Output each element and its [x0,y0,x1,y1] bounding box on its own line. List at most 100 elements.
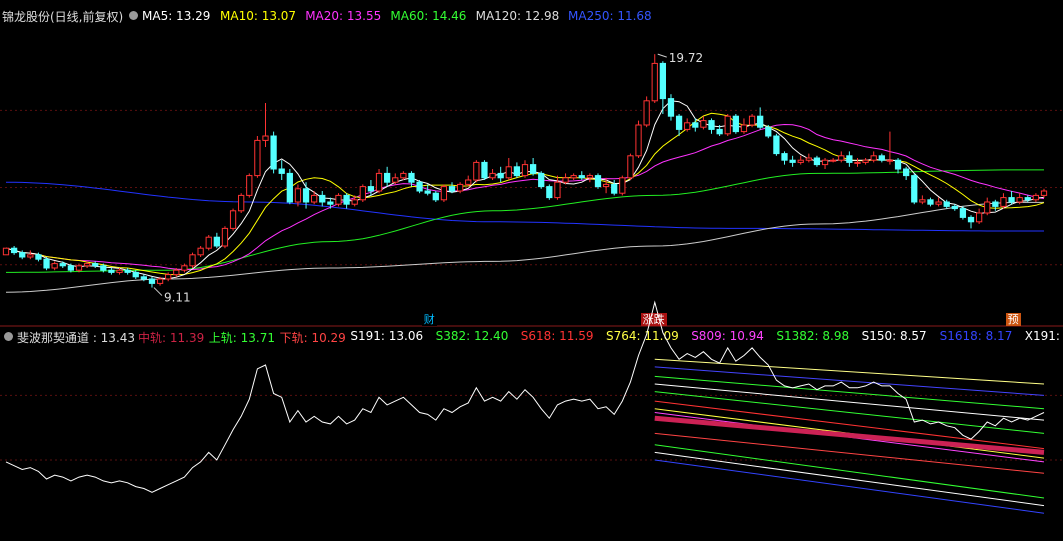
candle-body [554,181,561,199]
min-price-pointer [153,287,163,296]
candle-body [489,172,496,179]
candle-25 [205,235,212,251]
candle-body [319,194,326,203]
channel-line-7 [654,412,1045,463]
candle-body [456,183,464,192]
candle-body [213,236,220,247]
candle-95 [773,133,780,156]
candle-35 [286,169,293,205]
candle-body [651,62,658,102]
candle-body [67,265,75,271]
candle-99 [805,153,812,163]
candle-24 [197,246,204,257]
candle-body [481,161,488,179]
indicator-legend-item-6: S764: 11.09 [606,329,679,343]
candle-body [108,269,115,273]
candle-body [813,157,821,166]
indicator-legend-item-5: S618: 11.59 [520,329,594,343]
candle-100 [813,155,821,167]
candle-89 [724,114,731,136]
candle-128 [1040,188,1048,198]
candle-body [35,254,42,260]
candle-104 [846,151,853,167]
candle-84 [684,118,691,132]
candle-body [967,216,975,223]
candle-body [311,194,318,203]
candle-body [465,179,472,185]
candle-body [448,186,456,192]
candle-body [789,159,796,163]
channel-line-2 [654,375,1045,410]
candle-body [594,175,602,188]
candle-body [521,164,529,177]
candle-body [538,172,545,188]
indicator-settings-icon[interactable] [4,332,13,341]
channel-line-6 [654,408,1045,459]
candle-body [1032,194,1040,201]
candle-body [351,199,358,205]
candle-body [221,227,229,247]
candle-body [513,166,521,177]
candle-13 [108,268,115,275]
candle-23 [189,252,196,268]
ma5-line [5,100,1045,280]
indicator-legend-item-10: S1618: 8.17 [939,329,1013,343]
candle-94 [765,125,772,139]
candle-body [886,159,894,162]
channel-line-8 [654,415,1045,455]
candle-106 [862,158,869,165]
candle-67 [546,184,553,200]
candle-body [359,186,366,201]
candle-body [173,269,180,276]
candle-80 [651,54,658,103]
candle-body [400,172,407,179]
candle-29 [238,193,245,213]
indicator-legend-item-0: 中轨: 11.39 [138,331,205,344]
candle-body [335,194,342,205]
candle-body [1008,197,1015,203]
indicator-title[interactable]: 斐波那契通道 : 13.43 [17,329,135,344]
candle-96 [781,151,788,165]
candle-body [838,155,845,161]
candle-73 [594,173,602,189]
event-marker-1[interactable]: 涨跌 [640,313,667,326]
candle-body [781,153,788,161]
candle-body [951,205,958,210]
candle-65 [529,158,537,176]
event-marker-2[interactable]: 预 [1005,313,1021,326]
price-chart[interactable]: 19.72 9.11 [0,0,1063,330]
candle-body [262,135,269,141]
candle-body [716,128,723,135]
min-price-label: 9.11 [164,291,191,305]
candle-body [894,159,902,170]
candle-body [692,122,699,128]
candle-1 [10,246,18,255]
candle-72 [586,173,594,183]
candle-105 [854,158,861,167]
candle-119 [967,215,975,229]
candle-body [619,177,626,194]
indicator-header: 斐波那契通道 : 13.43 中轨: 11.39 上轨: 13.71 下轨: 10.… [0,329,1063,344]
candle-body [546,186,553,199]
candle-body [165,274,172,280]
indicator-legend-item-11: X191: 14.36 [1024,329,1063,343]
candle-body [797,159,804,163]
candle-body [367,186,375,192]
candle-124 [1008,191,1015,205]
indicator-legend-item-9: S150: 8.57 [861,329,927,343]
candle-body [878,155,885,161]
candle-body [384,172,391,183]
candle-body [659,62,666,100]
candle-26 [213,232,220,249]
candle-body [635,124,642,157]
candle-body [473,161,480,181]
ma250-line [5,181,1044,232]
channel-line-12 [654,459,1045,514]
event-marker-0[interactable]: 财 [421,313,437,326]
channel-line-1 [654,366,1045,396]
candle-53 [432,191,439,202]
candle-111 [903,166,910,180]
candle-79 [643,96,650,128]
candle-107 [870,151,877,163]
candle-body [830,159,837,162]
